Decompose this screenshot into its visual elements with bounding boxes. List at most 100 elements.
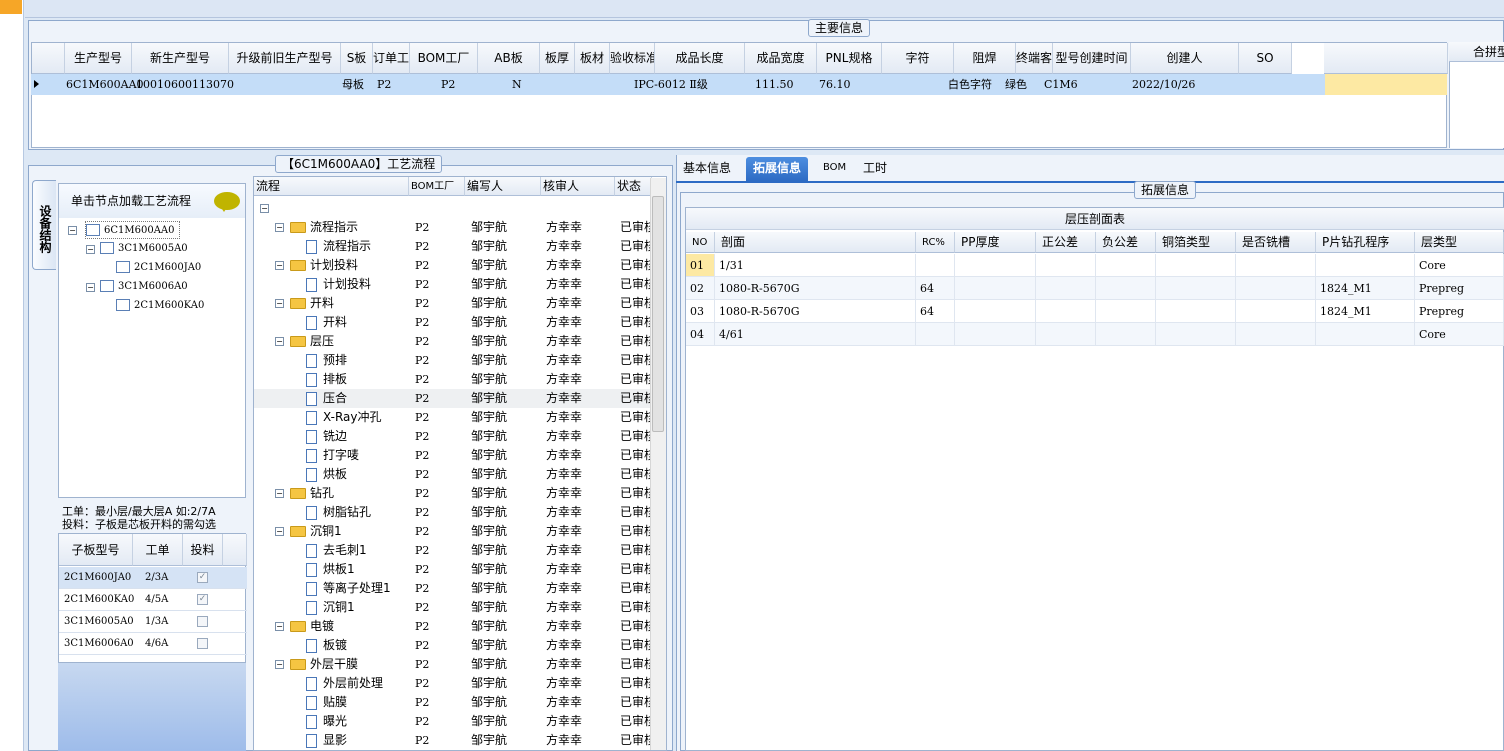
lam-cell[interactable] [1096, 277, 1156, 300]
flow-row[interactable]: − 开料 P2 邹宇航 方幸幸 已审核 [254, 294, 652, 313]
main-col-header[interactable]: 字符 [882, 43, 954, 74]
tree-node[interactable]: 2C1M600KA0 [116, 297, 204, 315]
main-col-header[interactable]: AB板 [478, 43, 540, 74]
lam-cell[interactable] [955, 254, 1036, 277]
flow-col-header[interactable]: BOM工厂 [409, 177, 465, 196]
tree-node[interactable]: 3C1M6006A0 [100, 278, 188, 296]
lam-cell[interactable]: 01 [686, 254, 715, 277]
lam-cell[interactable] [1036, 323, 1096, 346]
lam-cell[interactable]: 4/61 [715, 323, 916, 346]
lam-cell[interactable] [955, 323, 1036, 346]
flow-col-header[interactable]: 核审人 [541, 177, 615, 196]
lam-cell[interactable] [1096, 254, 1156, 277]
flow-row[interactable]: 计划投料 P2 邹宇航 方幸幸 已审核 [254, 275, 652, 294]
flow-grid-scrollbar-thumb[interactable] [652, 196, 664, 432]
flow-row[interactable]: 显影 P2 邹宇航 方幸幸 已审核 [254, 731, 652, 750]
flow-row[interactable]: 排板 P2 邹宇航 方幸幸 已审核 [254, 370, 652, 389]
main-col-header[interactable]: 成品宽度 [745, 43, 817, 74]
main-col-header[interactable]: 新生产型号 [132, 43, 229, 74]
main-col-header[interactable]: 验收标准 [610, 43, 655, 74]
lam-cell[interactable] [1036, 277, 1096, 300]
lam-cell[interactable] [1236, 277, 1316, 300]
lam-cell[interactable] [916, 254, 955, 277]
lam-cell[interactable]: 1080-R-5670G [715, 300, 916, 323]
main-row-cell[interactable]: 母板 [338, 74, 364, 95]
flow-collapse-icon[interactable]: − [275, 299, 284, 308]
lam-cell[interactable]: 1/31 [715, 254, 916, 277]
main-col-header[interactable]: S板 [341, 43, 373, 74]
lam-col-header[interactable]: 铜箔类型 [1156, 232, 1236, 253]
flow-row[interactable]: 外层前处理 P2 邹宇航 方幸幸 已审核 [254, 674, 652, 693]
flow-row[interactable]: − 钻孔 P2 邹宇航 方幸幸 已审核 [254, 484, 652, 503]
main-col-header[interactable]: 阻焊 [954, 43, 1016, 74]
tab-basic[interactable]: 基本信息 [676, 157, 738, 181]
lam-col-header[interactable]: 剖面 [715, 232, 916, 253]
lam-col-header[interactable]: P片钻孔程序 [1316, 232, 1415, 253]
flow-collapse-icon[interactable]: − [275, 622, 284, 631]
flow-row[interactable]: 铣边 P2 邹宇航 方幸幸 已审核 [254, 427, 652, 446]
lam-cell[interactable]: 64 [916, 300, 955, 323]
lam-col-header[interactable]: 正公差 [1036, 232, 1096, 253]
sub-row-checkbox[interactable]: ✓ [197, 594, 208, 605]
lam-col-header[interactable]: PP厚度 [955, 232, 1036, 253]
flow-row[interactable]: 去毛刺1 P2 邹宇航 方幸幸 已审核 [254, 541, 652, 560]
main-row-cell[interactable]: 10010600113070 [132, 74, 234, 95]
main-grid-highlight-cell[interactable] [1325, 74, 1447, 95]
lam-cell[interactable] [916, 323, 955, 346]
flow-row[interactable]: 烘板1 P2 邹宇航 方幸幸 已审核 [254, 560, 652, 579]
main-row-cell[interactable]: C1M6 [1040, 74, 1078, 95]
lam-cell[interactable]: 1080-R-5670G [715, 277, 916, 300]
tree-expand-icon[interactable]: − [68, 226, 77, 235]
lam-cell[interactable] [1156, 277, 1236, 300]
flow-row[interactable]: − 沉铜1 P2 邹宇航 方幸幸 已审核 [254, 522, 652, 541]
flow-row[interactable]: 烘板 P2 邹宇航 方幸幸 已审核 [254, 465, 652, 484]
flow-row[interactable]: 板镀 P2 邹宇航 方幸幸 已审核 [254, 636, 652, 655]
lam-cell[interactable] [1316, 323, 1415, 346]
tree-node[interactable]: 2C1M600JA0 [116, 259, 201, 277]
sub-row[interactable]: 2C1M600KA0 4/5A ✓ [59, 589, 247, 611]
main-col-header[interactable]: 升级前旧生产型号 [229, 43, 341, 74]
lam-col-header[interactable]: 是否铣槽 [1236, 232, 1316, 253]
flow-row[interactable]: X-Ray冲孔 P2 邹宇航 方幸幸 已审核 [254, 408, 652, 427]
main-col-header[interactable]: 成品长度 [655, 43, 745, 74]
sub-row-checkbox[interactable]: ✓ [197, 572, 208, 583]
tree-expand-icon[interactable]: − [86, 245, 95, 254]
sub-col-header[interactable]: 投料 [183, 534, 223, 566]
sub-col-header[interactable]: 子板型号 [59, 534, 133, 566]
lam-cell[interactable]: Prepreg [1415, 277, 1504, 300]
lam-cell[interactable]: 04 [686, 323, 715, 346]
flow-row[interactable]: 流程指示 P2 邹宇航 方幸幸 已审核 [254, 237, 652, 256]
app-menu-button[interactable] [0, 0, 22, 14]
flow-col-header[interactable]: 状态 [615, 177, 652, 196]
lam-cell[interactable]: 64 [916, 277, 955, 300]
main-col-header[interactable]: 创建人 [1131, 43, 1239, 74]
flow-row[interactable]: − 电镀 P2 邹宇航 方幸幸 已审核 [254, 617, 652, 636]
lam-cell[interactable] [1236, 323, 1316, 346]
lam-cell[interactable]: 03 [686, 300, 715, 323]
main-row-cell[interactable]: 白色字符 [944, 74, 992, 95]
main-row-cell[interactable]: P2 [373, 74, 391, 95]
tab-hours[interactable]: 工时 [856, 157, 894, 181]
main-col-header[interactable]: SO [1239, 43, 1292, 74]
sub-row-checkbox[interactable] [197, 616, 208, 627]
lam-col-header[interactable]: 层类型 [1415, 232, 1504, 253]
main-row-cell[interactable]: 111.50 [751, 74, 794, 95]
lam-cell[interactable] [1236, 254, 1316, 277]
main-row-cell[interactable]: N [508, 74, 522, 95]
main-col-header[interactable]: BOM工厂 [410, 43, 478, 74]
main-col-header[interactable]: 终端客户代码 [1016, 43, 1053, 74]
tree-expand-icon[interactable]: − [86, 283, 95, 292]
flow-col-header[interactable]: 编写人 [465, 177, 541, 196]
tree-node[interactable]: 3C1M6005A0 [100, 240, 188, 258]
lam-col-header[interactable]: 负公差 [1096, 232, 1156, 253]
flow-collapse-icon[interactable]: − [275, 261, 284, 270]
main-row-cell[interactable]: P2 [437, 74, 455, 95]
lam-cell[interactable]: 1824_M1 [1316, 277, 1415, 300]
flow-row[interactable]: 沉铜1 P2 邹宇航 方幸幸 已审核 [254, 598, 652, 617]
flow-row[interactable]: 压合 P2 邹宇航 方幸幸 已审核 [254, 389, 652, 408]
sub-row[interactable]: 3C1M6005A0 1/3A [59, 611, 247, 633]
lam-cell[interactable]: Core [1415, 254, 1504, 277]
vertical-tab-structure[interactable]: 设备结构 [32, 180, 56, 270]
flow-collapse-icon[interactable]: − [275, 223, 284, 232]
flow-row[interactable]: − 流程指示 P2 邹宇航 方幸幸 已审核 [254, 218, 652, 237]
